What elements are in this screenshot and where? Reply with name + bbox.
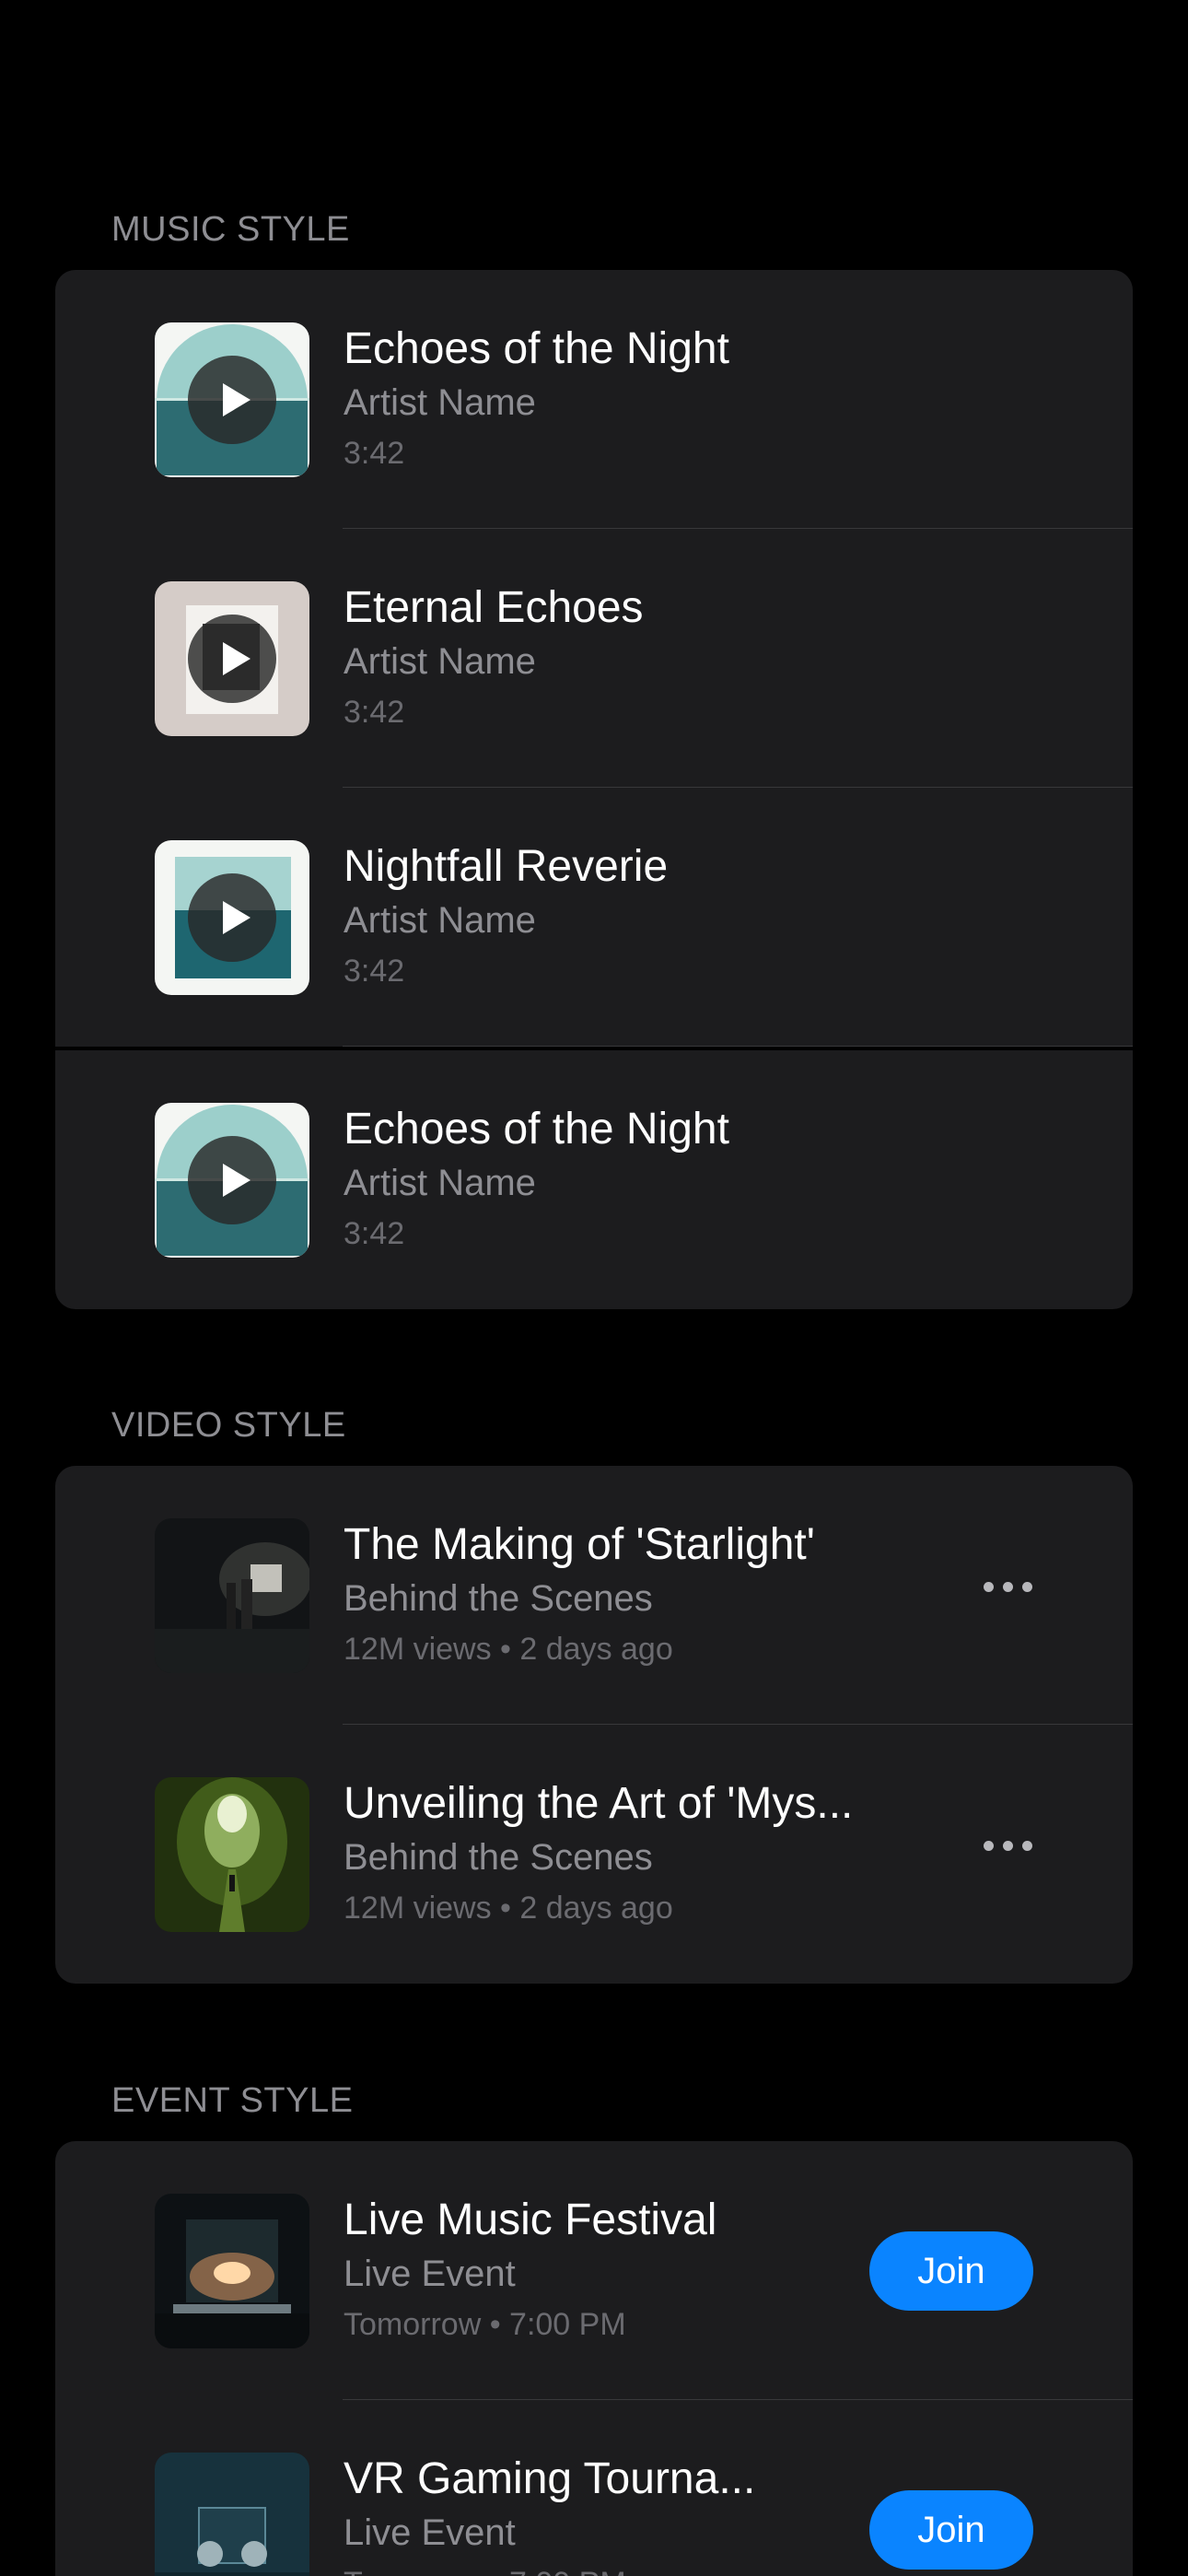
event-subtitle: Live Event [344,2512,516,2553]
event-section-header: EVENT STYLE [111,2081,354,2120]
music-row[interactable]: Echoes of the Night Artist Name 3:42 [55,1050,1133,1309]
track-title: Echoes of the Night [344,324,729,373]
track-artist: Artist Name [344,641,536,682]
music-row[interactable]: Echoes of the Night Artist Name 3:42 [55,270,1133,529]
track-title: Eternal Echoes [344,583,644,632]
event-title: VR Gaming Tourna... [344,2454,756,2503]
row-divider [343,1046,1133,1047]
album-art[interactable] [155,581,309,736]
track-duration: 3:42 [344,954,405,989]
video-subtitle: Behind the Scenes [344,1578,653,1619]
video-thumbnail[interactable] [155,1777,309,1932]
event-title: Live Music Festival [344,2195,717,2244]
event-meta: Tomorrow • 7:00 PM [344,2566,626,2576]
video-row[interactable]: The Making of 'Starlight' Behind the Sce… [55,1466,1133,1725]
music-card: Echoes of the Night Artist Name 3:42 Ete… [55,270,1133,1047]
track-artist: Artist Name [344,382,536,423]
video-meta: 12M views • 2 days ago [344,1632,673,1667]
video-row[interactable]: Unveiling the Art of 'Mys... Behind the … [55,1725,1133,1984]
play-icon[interactable] [188,356,276,444]
play-icon[interactable] [188,873,276,962]
track-duration: 3:42 [344,1216,405,1251]
video-card: The Making of 'Starlight' Behind the Sce… [55,1466,1133,1984]
music-row[interactable]: Eternal Echoes Artist Name 3:42 [55,529,1133,788]
event-row[interactable]: Live Music Festival Live Event Tomorrow … [55,2141,1133,2400]
play-icon[interactable] [188,615,276,703]
music-row[interactable]: Nightfall Reverie Artist Name 3:42 [55,788,1133,1047]
album-art[interactable] [155,840,309,995]
event-thumbnail[interactable] [155,2194,309,2348]
album-art[interactable] [155,1103,309,1258]
track-duration: 3:42 [344,695,405,730]
event-meta: Tomorrow • 7:00 PM [344,2307,626,2342]
album-art[interactable] [155,322,309,477]
video-subtitle: Behind the Scenes [344,1837,653,1878]
video-title: Unveiling the Art of 'Mys... [344,1779,854,1828]
track-duration: 3:42 [344,436,405,471]
more-options-icon[interactable] [984,1841,1033,1852]
track-artist: Artist Name [344,1163,536,1203]
event-card: Live Music Festival Live Event Tomorrow … [55,2141,1133,2576]
event-thumbnail[interactable] [155,2453,309,2576]
video-title: The Making of 'Starlight' [344,1520,815,1569]
track-artist: Artist Name [344,900,536,941]
join-button[interactable]: Join [869,2231,1033,2311]
play-icon[interactable] [188,1136,276,1224]
event-subtitle: Live Event [344,2254,516,2294]
more-options-icon[interactable] [984,1582,1033,1593]
music-card-last: Echoes of the Night Artist Name 3:42 [55,1050,1133,1309]
music-section-header: MUSIC STYLE [111,210,350,249]
event-row[interactable]: VR Gaming Tourna... Live Event Tomorrow … [55,2400,1133,2576]
video-meta: 12M views • 2 days ago [344,1891,673,1926]
join-button[interactable]: Join [869,2490,1033,2570]
video-section-header: VIDEO STYLE [111,1406,346,1445]
track-title: Nightfall Reverie [344,842,669,891]
video-thumbnail[interactable] [155,1518,309,1673]
track-title: Echoes of the Night [344,1105,729,1153]
